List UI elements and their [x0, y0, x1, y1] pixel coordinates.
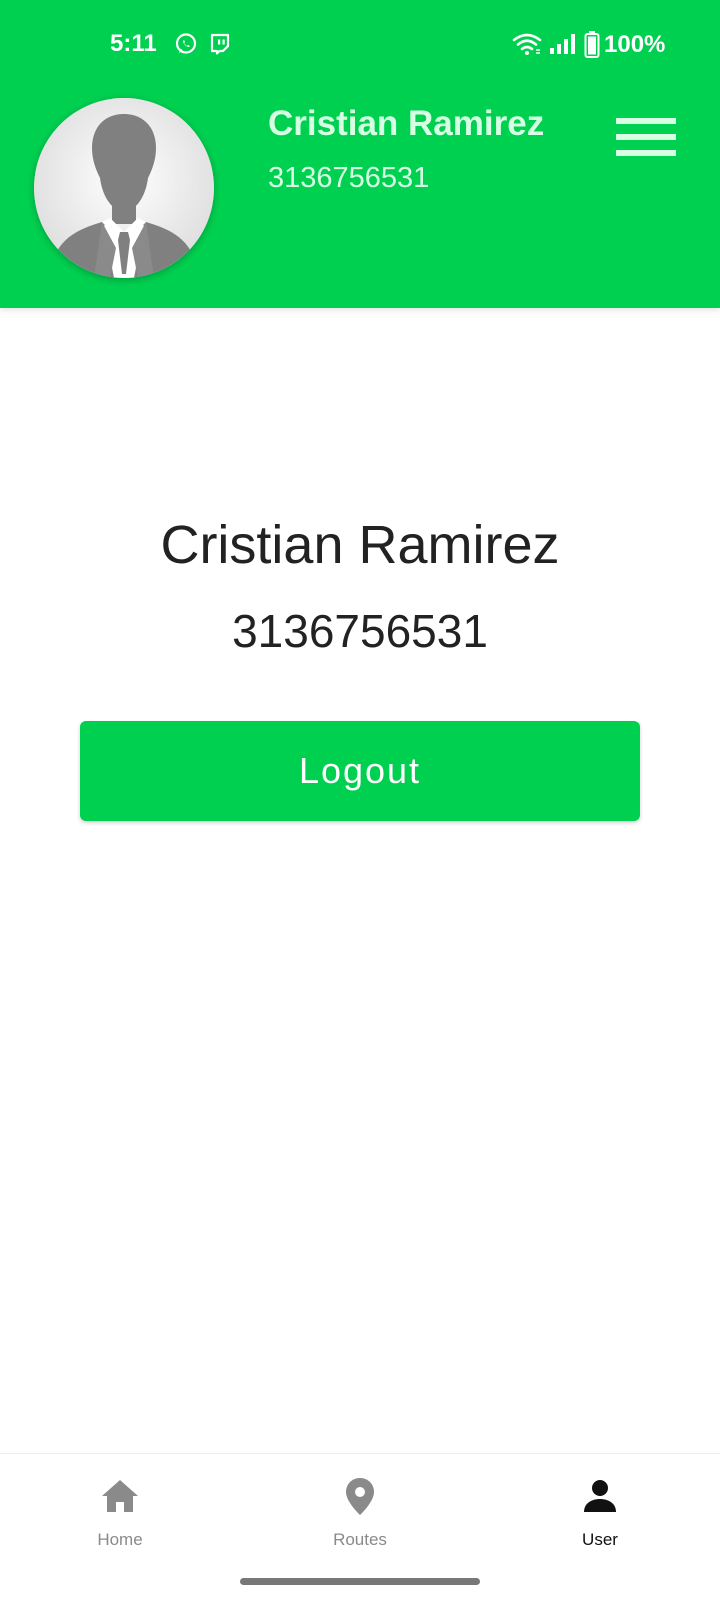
twitch-icon	[210, 33, 230, 55]
home-icon	[102, 1480, 138, 1512]
profile-phone: 3136756531	[232, 605, 488, 657]
status-time: 5:11	[110, 30, 157, 57]
status-bar: 5:11 100%	[0, 0, 720, 92]
nav-item-user[interactable]: User	[480, 1454, 720, 1564]
person-silhouette-icon	[34, 98, 214, 278]
menu-line	[616, 118, 676, 124]
wifi-icon	[512, 33, 542, 55]
menu-line	[616, 150, 676, 156]
hamburger-menu-icon[interactable]	[612, 114, 678, 160]
nav-label-home: Home	[97, 1530, 143, 1549]
gesture-home-indicator[interactable]	[240, 1578, 480, 1585]
header-user-name: Cristian Ramirez	[268, 104, 545, 143]
header-user-phone: 3136756531	[268, 162, 430, 194]
signal-icon	[550, 34, 575, 54]
nav-item-home[interactable]: Home	[0, 1454, 240, 1564]
location-pin-icon	[346, 1478, 374, 1515]
user-profile-screen: 5:11 100% Cristian Ramirez 3136756531 Cr…	[0, 0, 720, 1600]
nav-item-routes[interactable]: Routes	[240, 1454, 480, 1564]
nav-label-user: User	[582, 1530, 618, 1549]
logout-button[interactable]: Logout	[80, 721, 640, 821]
user-icon	[584, 1480, 616, 1512]
app-header: 5:11 100% Cristian Ramirez 3136756531	[0, 0, 720, 308]
battery-percent: 100%	[604, 31, 666, 58]
menu-line	[616, 134, 676, 140]
profile-name: Cristian Ramirez	[160, 515, 560, 575]
battery-icon	[584, 31, 600, 58]
avatar[interactable]	[34, 98, 214, 278]
whatsapp-icon	[175, 33, 197, 54]
nav-label-routes: Routes	[333, 1530, 387, 1549]
